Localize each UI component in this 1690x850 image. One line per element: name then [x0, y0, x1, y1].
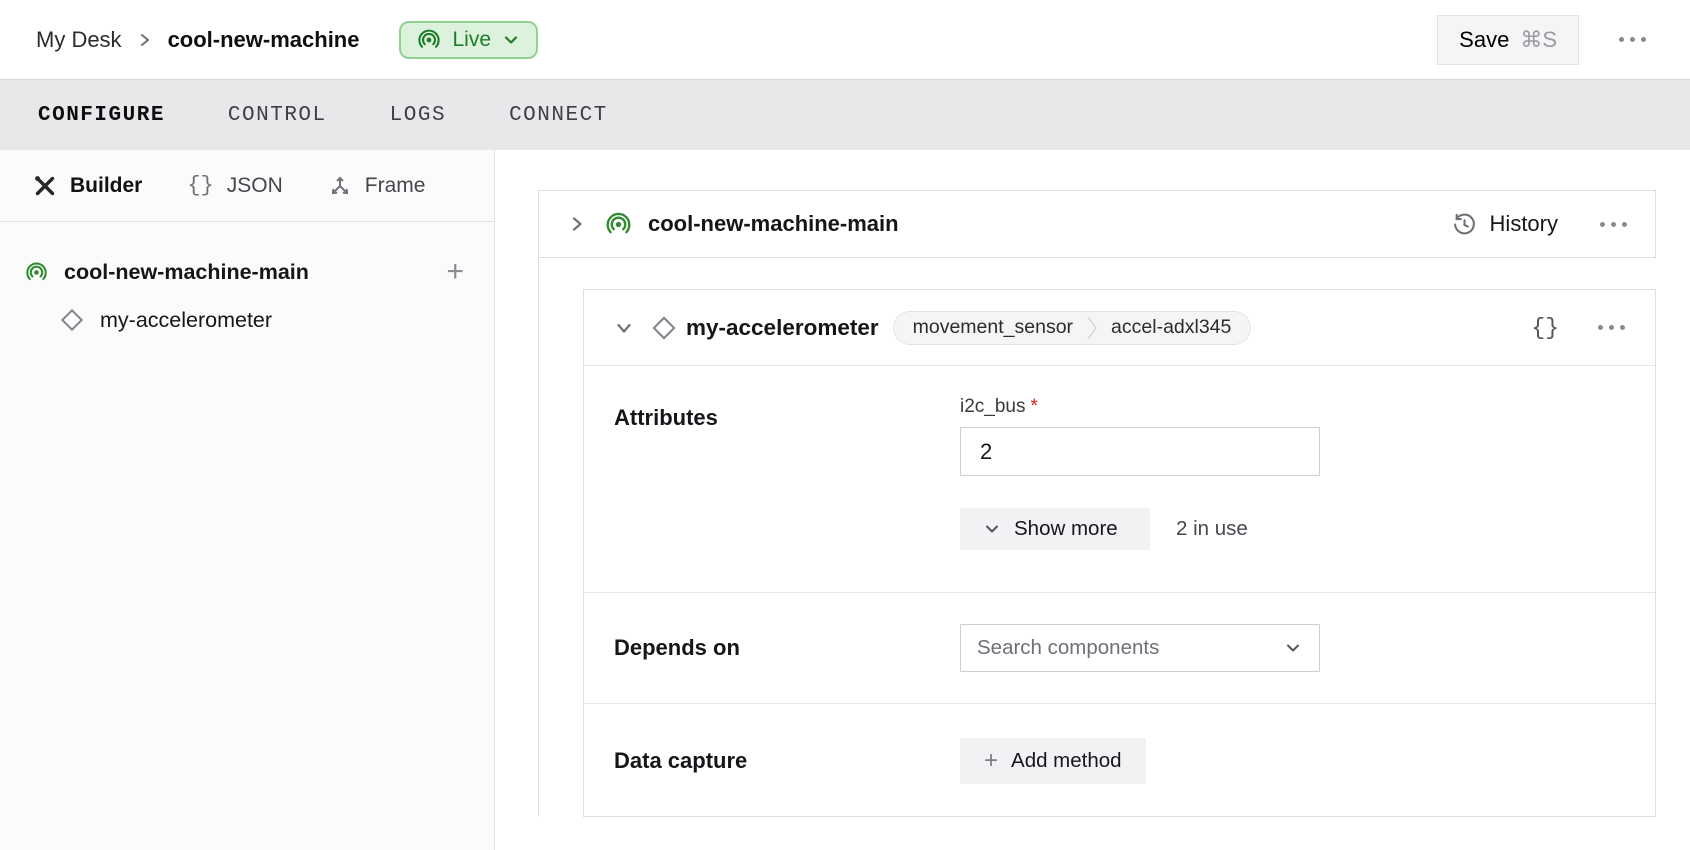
part-card-title: cool-new-machine-main [648, 211, 899, 237]
top-bar: My Desk cool-new-machine Live Save [0, 0, 1690, 80]
depends-on-section: Depends on Search components [584, 593, 1655, 704]
history-button[interactable]: History [1452, 211, 1558, 237]
diamond-icon [60, 308, 84, 332]
part-card-more-menu-icon[interactable] [1600, 222, 1627, 227]
tree-item-label: cool-new-machine-main [64, 260, 309, 285]
content-area: Builder {} JSON Frame [0, 150, 1690, 850]
save-label: Save [1459, 27, 1509, 53]
breadcrumb-parent-link[interactable]: My Desk [36, 27, 122, 53]
save-shortcut: ⌘S [1520, 27, 1557, 53]
tab-configure[interactable]: CONFIGURE [38, 104, 165, 127]
sidebar-tab-label: Builder [70, 174, 142, 198]
config-main-area: cool-new-machine-main History [495, 150, 1690, 850]
tag-separator-chevron-icon [1086, 313, 1098, 343]
show-more-label: Show more [1014, 517, 1118, 541]
sidebar-tab-json[interactable]: {} JSON [187, 173, 282, 198]
resource-tree: cool-new-machine-main + my-accelerometer [0, 222, 494, 344]
data-capture-label: Data capture [614, 748, 960, 774]
chevron-down-icon [983, 520, 1001, 538]
attributes-section: Attributes i2c_bus* Show more [584, 366, 1655, 593]
attributes-fields: i2c_bus* Show more 2 in use [960, 396, 1320, 550]
broadcast-icon [417, 28, 441, 52]
save-button[interactable]: Save ⌘S [1437, 15, 1579, 65]
sidebar-tab-builder[interactable]: Builder [33, 174, 142, 198]
sidebar-tab-label: Frame [365, 174, 426, 198]
component-card-title: my-accelerometer [686, 315, 879, 341]
required-asterisk: * [1031, 396, 1038, 417]
i2c-bus-input[interactable] [960, 427, 1320, 476]
history-label: History [1490, 211, 1558, 237]
attributes-in-use-count: 2 in use [1176, 517, 1248, 541]
depends-on-label: Depends on [614, 635, 960, 661]
attributes-label: Attributes [614, 396, 960, 431]
component-card-header: my-accelerometer movement_sensor accel-a… [584, 290, 1655, 366]
add-method-button[interactable]: + Add method [960, 738, 1146, 784]
depends-on-select[interactable]: Search components [960, 624, 1320, 672]
chevron-down-icon [502, 31, 520, 49]
sidebar-tab-bar: Builder {} JSON Frame [0, 150, 494, 222]
data-capture-section: Data capture + Add method [584, 704, 1655, 818]
tree-item-machine-part[interactable]: cool-new-machine-main + [0, 248, 494, 296]
tools-icon [33, 174, 57, 198]
braces-icon: {} [187, 173, 213, 198]
tree-connector-line [538, 258, 539, 817]
broadcast-icon [25, 261, 48, 284]
component-card: my-accelerometer movement_sensor accel-a… [583, 289, 1656, 817]
component-type-model-badge: movement_sensor accel-adxl345 [893, 311, 1252, 345]
component-type-tag: movement_sensor [913, 316, 1073, 339]
diamond-icon [651, 315, 677, 341]
edit-json-icon[interactable]: {} [1531, 315, 1559, 341]
tab-control[interactable]: CONTROL [228, 104, 327, 127]
part-card-actions: History [1452, 211, 1627, 237]
expand-chevron-right-icon[interactable] [567, 214, 587, 234]
tree-item-component[interactable]: my-accelerometer [0, 296, 494, 344]
tab-connect[interactable]: CONNECT [509, 104, 608, 127]
component-model-tag: accel-adxl345 [1111, 316, 1231, 339]
machine-part-card: cool-new-machine-main History [538, 190, 1656, 258]
history-icon [1452, 212, 1477, 237]
breadcrumb: My Desk cool-new-machine [36, 27, 359, 53]
axes-icon [328, 174, 352, 198]
breadcrumb-chevron-icon [138, 30, 152, 50]
component-more-menu-icon[interactable] [1598, 325, 1625, 330]
chevron-down-icon [1283, 638, 1303, 658]
plus-icon: + [984, 749, 998, 773]
add-method-label: Add method [1011, 749, 1122, 773]
sidebar-tab-label: JSON [227, 174, 283, 198]
config-sidebar: Builder {} JSON Frame [0, 150, 495, 850]
app-window: My Desk cool-new-machine Live Save [0, 0, 1690, 850]
component-card-actions: {} [1531, 315, 1625, 341]
i2c-bus-field-label: i2c_bus* [960, 396, 1320, 418]
collapse-chevron-down-icon[interactable] [614, 318, 634, 338]
breadcrumb-current: cool-new-machine [168, 27, 360, 53]
depends-on-placeholder: Search components [977, 636, 1159, 660]
show-more-row: Show more 2 in use [960, 508, 1320, 550]
tab-logs[interactable]: LOGS [390, 104, 446, 127]
topbar-actions: Save ⌘S [1437, 15, 1654, 65]
machine-status-badge[interactable]: Live [399, 21, 538, 59]
show-more-button[interactable]: Show more [960, 508, 1150, 550]
broadcast-icon [605, 211, 632, 238]
tree-item-label: my-accelerometer [100, 308, 272, 333]
sidebar-tab-frame[interactable]: Frame [328, 174, 426, 198]
main-tab-bar: CONFIGURE CONTROL LOGS CONNECT [0, 80, 1690, 150]
topbar-more-menu-icon[interactable] [1619, 37, 1646, 42]
status-label: Live [452, 28, 491, 52]
add-component-icon[interactable]: + [446, 257, 464, 287]
